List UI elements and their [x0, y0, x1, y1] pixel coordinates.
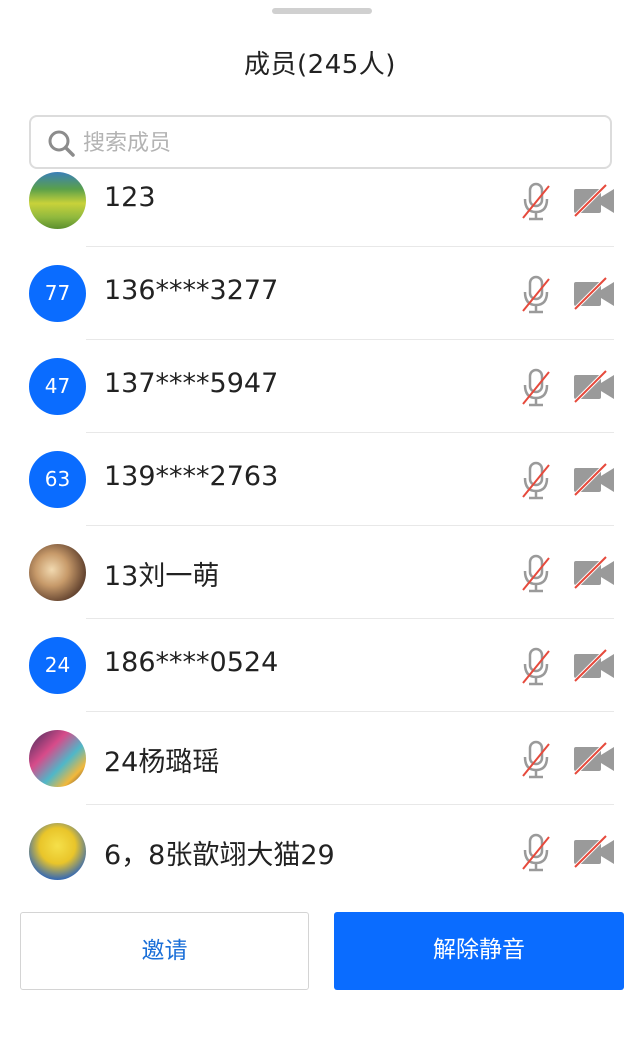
member-row[interactable]: 24杨璐瑶	[0, 712, 640, 805]
member-row[interactable]: 123	[0, 172, 640, 247]
member-name: 6，8张歆翊大猫29	[104, 840, 335, 871]
mic-muted-icon[interactable]	[518, 461, 554, 501]
mic-muted-icon[interactable]	[518, 182, 554, 222]
member-name: 186****0524	[104, 647, 279, 678]
camera-off-icon[interactable]	[572, 370, 616, 404]
mic-muted-icon[interactable]	[518, 647, 554, 687]
unmute-button[interactable]: 解除静音	[334, 912, 624, 990]
member-list[interactable]: 123 77 136****3277 47 137****5947 63 139****27…	[0, 172, 640, 884]
camera-off-icon[interactable]	[572, 649, 616, 683]
member-name: 136****3277	[104, 275, 279, 306]
member-row[interactable]: 6，8张歆翊大猫29	[0, 805, 640, 884]
search-icon	[48, 130, 75, 157]
member-row[interactable]: 47 137****5947	[0, 340, 640, 433]
member-name: 123	[104, 182, 156, 213]
mic-muted-icon[interactable]	[518, 554, 554, 594]
member-row[interactable]: 24 186****0524	[0, 619, 640, 712]
mic-muted-icon[interactable]	[518, 368, 554, 408]
mic-muted-icon[interactable]	[518, 740, 554, 780]
drag-handle[interactable]	[272, 8, 372, 14]
member-name: 137****5947	[104, 368, 279, 399]
camera-off-icon[interactable]	[572, 835, 616, 869]
member-name: 24杨璐瑶	[104, 747, 220, 778]
search-box[interactable]	[29, 115, 612, 169]
avatar: 63	[29, 451, 86, 508]
camera-off-icon[interactable]	[572, 184, 616, 218]
member-name: 139****2763	[104, 461, 279, 492]
avatar	[29, 823, 86, 880]
avatar	[29, 544, 86, 601]
search-input[interactable]	[83, 125, 603, 161]
page-title: 成员(245人)	[244, 50, 396, 80]
member-name: 13刘一萌	[104, 561, 220, 592]
member-row[interactable]: 63 139****2763	[0, 433, 640, 526]
camera-off-icon[interactable]	[572, 556, 616, 590]
avatar: 47	[29, 358, 86, 415]
mic-muted-icon[interactable]	[518, 833, 554, 873]
avatar: 24	[29, 637, 86, 694]
camera-off-icon[interactable]	[572, 742, 616, 776]
camera-off-icon[interactable]	[572, 463, 616, 497]
camera-off-icon[interactable]	[572, 277, 616, 311]
member-row[interactable]: 77 136****3277	[0, 247, 640, 340]
avatar	[29, 172, 86, 229]
member-row[interactable]: 13刘一萌	[0, 526, 640, 619]
mic-muted-icon[interactable]	[518, 275, 554, 315]
avatar: 77	[29, 265, 86, 322]
avatar	[29, 730, 86, 787]
invite-button[interactable]: 邀请	[20, 912, 309, 990]
